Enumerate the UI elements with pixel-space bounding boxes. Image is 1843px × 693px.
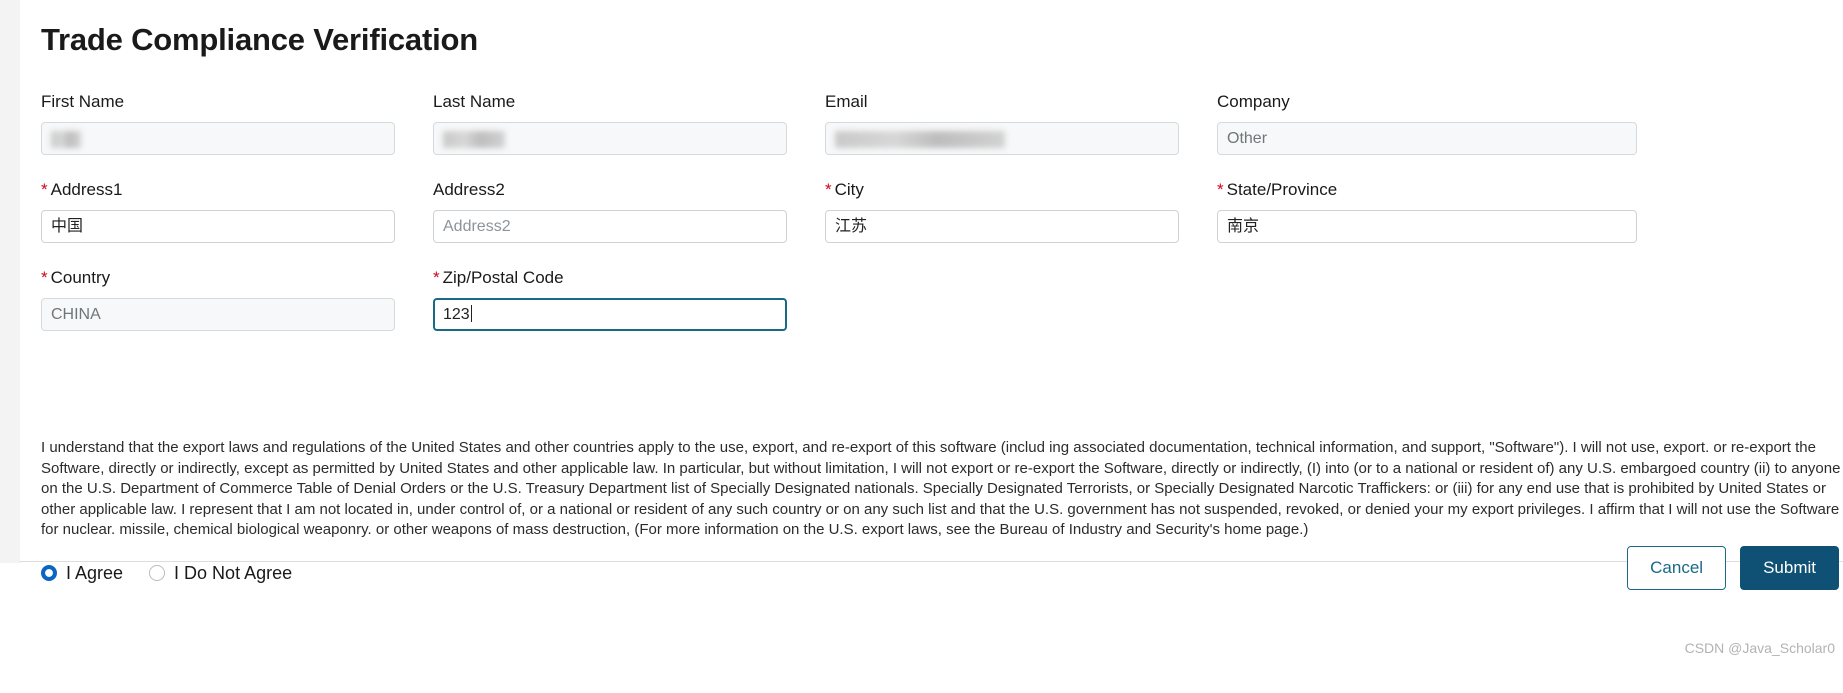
field-label: * Zip/Postal Code <box>433 268 564 287</box>
field-label: Company <box>1217 92 1290 111</box>
zip-postal-code-input[interactable]: 123 <box>433 298 787 331</box>
form-row: First Name Last Name Email Company Other <box>41 92 1843 180</box>
trade-compliance-page: Trade Compliance Verification First Name… <box>0 0 1843 693</box>
redaction-blur <box>835 131 1005 148</box>
required-marker: * <box>41 268 48 287</box>
field-state-province: * State/Province 南京 <box>1217 180 1637 243</box>
left-gutter <box>0 0 21 563</box>
required-marker: * <box>433 268 440 287</box>
email-input[interactable] <box>825 122 1179 155</box>
radio-option-agree[interactable]: I Agree <box>41 563 123 584</box>
redaction-blur <box>443 131 505 148</box>
required-marker: * <box>1217 180 1224 199</box>
state-province-input[interactable]: 南京 <box>1217 210 1637 243</box>
field-zip-postal-code: * Zip/Postal Code 123 <box>433 268 787 331</box>
country-input[interactable]: CHINA <box>41 298 395 331</box>
field-company: Company Other <box>1217 92 1637 155</box>
radio-option-do-not-agree[interactable]: I Do Not Agree <box>149 563 292 584</box>
redaction-blur <box>51 131 81 148</box>
radio-selected-icon[interactable] <box>41 565 57 581</box>
field-label: Email <box>825 92 868 111</box>
page-title: Trade Compliance Verification <box>41 22 478 57</box>
submit-button[interactable]: Submit <box>1740 546 1839 590</box>
required-marker: * <box>825 180 832 199</box>
address1-input[interactable]: 中国 <box>41 210 395 243</box>
address2-input[interactable]: Address2 <box>433 210 787 243</box>
cancel-button[interactable]: Cancel <box>1627 546 1727 590</box>
first-name-input[interactable] <box>41 122 395 155</box>
form-row: * Country CHINA * Zip/Postal Code 123 <box>41 268 1843 356</box>
field-label: * Address1 <box>41 180 123 199</box>
field-label: Address2 <box>433 180 505 199</box>
form-row: * Address1 中国 Address2 Address2 * City 江苏 … <box>41 180 1843 268</box>
field-address2: Address2 Address2 <box>433 180 787 243</box>
form-card: Trade Compliance Verification First Name… <box>20 0 1843 590</box>
company-input[interactable]: Other <box>1217 122 1637 155</box>
radio-unselected-icon[interactable] <box>149 565 166 581</box>
field-country: * Country CHINA <box>41 268 395 331</box>
radio-label: I Do Not Agree <box>174 562 293 583</box>
city-input[interactable]: 江苏 <box>825 210 1179 243</box>
field-label: * State/Province <box>1217 180 1338 199</box>
field-email: Email <box>825 92 1179 155</box>
export-compliance-statement: I understand that the export laws and re… <box>41 439 1841 538</box>
field-label: * City <box>825 180 864 199</box>
form-fields-area: First Name Last Name Email Company Other… <box>41 92 1843 356</box>
field-first-name: First Name <box>41 92 395 155</box>
field-label: Last Name <box>433 92 516 111</box>
field-label: * Country <box>41 268 111 287</box>
last-name-input[interactable] <box>433 122 787 155</box>
bottom-action-bar: I Agree I Do Not Agree Cancel Submit <box>41 546 1843 616</box>
action-buttons: Cancel Submit <box>1627 546 1839 590</box>
field-address1: * Address1 中国 <box>41 180 395 243</box>
consent-radio-group: I Agree I Do Not Agree <box>41 556 318 590</box>
text-caret <box>470 305 472 322</box>
field-city: * City 江苏 <box>825 180 1179 243</box>
field-label: First Name <box>41 92 125 111</box>
field-last-name: Last Name <box>433 92 787 155</box>
zip-value: 123 <box>443 306 470 323</box>
watermark: CSDN @Java_Scholar0 <box>1684 640 1835 656</box>
required-marker: * <box>41 180 48 199</box>
radio-label: I Agree <box>66 562 124 583</box>
